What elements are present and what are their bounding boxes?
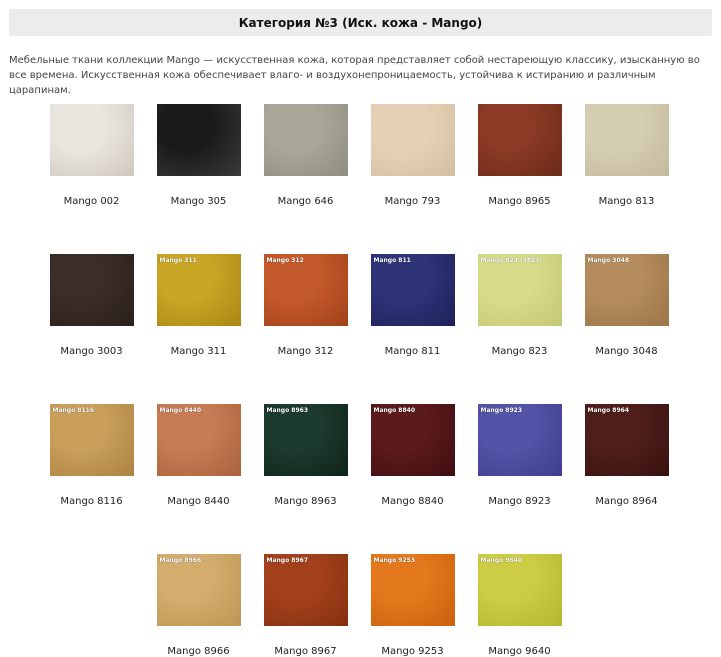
swatch-image[interactable] [156, 104, 241, 176]
swatch-name[interactable]: Mango 8923 [488, 496, 550, 507]
category-title: Категория №3 (Иск. кожа - Mango) [9, 9, 712, 36]
swatch-card[interactable]: Mango 002 [38, 104, 145, 207]
swatch-image[interactable] [477, 104, 562, 176]
swatch-tag-label: Mango 3048 [587, 257, 630, 264]
swatch-tag-label: Mango 8840 [373, 407, 416, 414]
swatch-name[interactable]: Mango 9640 [488, 646, 550, 657]
swatch-image[interactable]: Mango 811 [370, 254, 455, 326]
swatch-image[interactable]: Mango 311 [156, 254, 241, 326]
collection-description: Мебельные ткани коллекции Mango — искусс… [9, 55, 700, 96]
swatch-image[interactable] [49, 104, 134, 176]
swatch-image[interactable] [584, 104, 669, 176]
swatch-tag-label: Mango 8966 [159, 557, 202, 564]
swatch-tag-label: Mango 8440 [159, 407, 202, 414]
swatch-name[interactable]: Mango 8440 [167, 496, 229, 507]
swatch-image[interactable]: Mango 9253 [370, 554, 455, 626]
swatch-name[interactable]: Mango 8965 [488, 196, 550, 207]
swatch-name[interactable]: Mango 811 [385, 346, 441, 357]
swatch-name[interactable]: Mango 9253 [381, 646, 443, 657]
swatch-card[interactable]: Mango 8963 Mango 8963 [252, 404, 359, 507]
swatch-row-last: Mango 8966 Mango 8966 Mango 8967 Mango 8967… [145, 554, 573, 657]
swatch-name[interactable]: Mango 793 [385, 196, 441, 207]
swatch-image[interactable]: Mango 8966 [156, 554, 241, 626]
swatch-card[interactable]: Mango 8966 Mango 8966 [145, 554, 252, 657]
swatch-name[interactable]: Mango 002 [64, 196, 120, 207]
swatch-grid: Mango 002 Mango 305 Mango 646 Mango 793 Mang… [38, 104, 684, 657]
swatch-card[interactable]: Mango 8840 Mango 8840 [359, 404, 466, 507]
swatch-image[interactable] [263, 104, 348, 176]
swatch-tag-label: Mango 311 [159, 257, 197, 264]
swatch-name[interactable]: Mango 3048 [595, 346, 657, 357]
swatch-tag-label: Mango 9640 [480, 557, 523, 564]
swatch-image[interactable]: Mango 8923 [477, 404, 562, 476]
swatch-tag-label: Mango 8116 [52, 407, 95, 414]
swatch-card[interactable]: Mango 8116 Mango 8116 [38, 404, 145, 507]
swatch-name[interactable]: Mango 8116 [60, 496, 122, 507]
swatch-name[interactable]: Mango 646 [278, 196, 334, 207]
swatch-image[interactable]: Mango 8116 [49, 404, 134, 476]
swatch-card[interactable]: Mango 8440 Mango 8440 [145, 404, 252, 507]
swatch-image[interactable] [49, 254, 134, 326]
swatch-card[interactable]: Mango 8967 Mango 8967 [252, 554, 359, 657]
swatch-card[interactable]: Mango 3048 Mango 3048 [573, 254, 680, 357]
swatch-name[interactable]: Mango 305 [171, 196, 227, 207]
swatch-card[interactable]: Mango 8923 Mango 8923 [466, 404, 573, 507]
swatch-card[interactable]: Mango 793 [359, 104, 466, 207]
swatch-card[interactable]: Mango 9640 Mango 9640 [466, 554, 573, 657]
swatch-image[interactable]: Mango 8967 [263, 554, 348, 626]
swatch-tag-label: Mango 823 (3823) [480, 257, 543, 264]
swatch-name[interactable]: Mango 813 [599, 196, 655, 207]
swatch-tag-label: Mango 8923 [480, 407, 523, 414]
swatch-name[interactable]: Mango 8967 [274, 646, 336, 657]
swatch-image[interactable]: Mango 8440 [156, 404, 241, 476]
swatch-card[interactable]: Mango 3003 [38, 254, 145, 357]
swatch-image[interactable]: Mango 8963 [263, 404, 348, 476]
swatch-card[interactable]: Mango 8964 Mango 8964 [573, 404, 680, 507]
swatch-name[interactable]: Mango 823 [492, 346, 548, 357]
swatch-name[interactable]: Mango 312 [278, 346, 334, 357]
swatch-image[interactable]: Mango 8840 [370, 404, 455, 476]
swatch-card[interactable]: Mango 8965 [466, 104, 573, 207]
swatch-card[interactable]: Mango 311 Mango 311 [145, 254, 252, 357]
swatch-name[interactable]: Mango 8840 [381, 496, 443, 507]
swatch-tag-label: Mango 8964 [587, 407, 630, 414]
swatch-card[interactable]: Mango 305 [145, 104, 252, 207]
swatch-card[interactable]: Mango 813 [573, 104, 680, 207]
swatch-image[interactable]: Mango 8964 [584, 404, 669, 476]
swatch-image[interactable]: Mango 823 (3823) [477, 254, 562, 326]
swatch-tag-label: Mango 312 [266, 257, 304, 264]
swatch-card[interactable]: Mango 811 Mango 811 [359, 254, 466, 357]
swatch-image[interactable]: Mango 312 [263, 254, 348, 326]
swatch-image[interactable] [370, 104, 455, 176]
swatch-card[interactable]: Mango 9253 Mango 9253 [359, 554, 466, 657]
swatch-tag-label: Mango 9253 [373, 557, 416, 564]
swatch-image[interactable]: Mango 3048 [584, 254, 669, 326]
swatch-name[interactable]: Mango 8963 [274, 496, 336, 507]
swatch-tag-label: Mango 811 [373, 257, 411, 264]
swatch-card[interactable]: Mango 823 (3823) Mango 823 [466, 254, 573, 357]
swatch-tag-label: Mango 8963 [266, 407, 309, 414]
swatch-name[interactable]: Mango 8966 [167, 646, 229, 657]
swatch-card[interactable]: Mango 646 [252, 104, 359, 207]
swatch-card[interactable]: Mango 312 Mango 312 [252, 254, 359, 357]
swatch-tag-label: Mango 8967 [266, 557, 309, 564]
swatch-name[interactable]: Mango 3003 [60, 346, 122, 357]
swatch-image[interactable]: Mango 9640 [477, 554, 562, 626]
swatch-name[interactable]: Mango 311 [171, 346, 227, 357]
swatch-name[interactable]: Mango 8964 [595, 496, 657, 507]
